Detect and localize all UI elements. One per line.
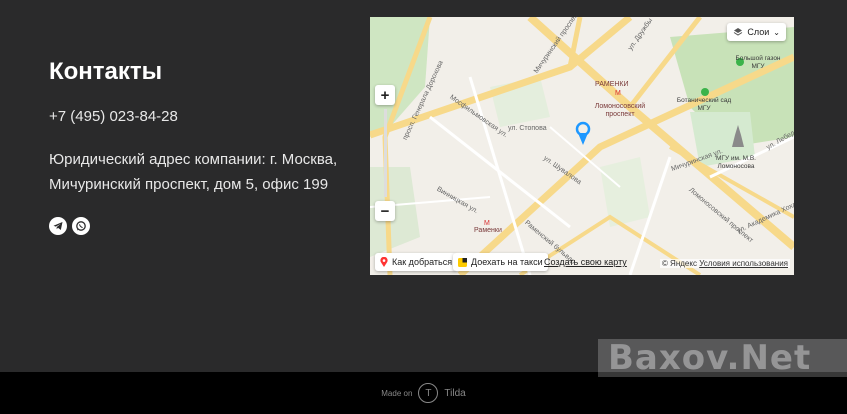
- made-on-text: Made on: [381, 388, 413, 398]
- svg-text:M: M: [615, 90, 621, 97]
- brand-text[interactable]: Tilda: [444, 388, 465, 399]
- zoom-out-button[interactable]: −: [375, 201, 395, 221]
- chevron-down-icon: ⌄: [773, 27, 780, 37]
- route-button[interactable]: Как добраться: [375, 253, 458, 271]
- zoom-slider[interactable]: [383, 109, 387, 197]
- phone-number[interactable]: +7 (495) 023-84-28: [49, 108, 349, 125]
- taxi-icon: [458, 257, 467, 267]
- contacts-title: Контакты: [49, 58, 163, 85]
- watermark: Baxov.Net: [598, 339, 847, 377]
- contacts-section: Контакты +7 (495) 023-84-28 Юридический …: [49, 56, 349, 235]
- address-line-2: Мичуринский проспект, дом 5, офис 199: [49, 176, 329, 193]
- yandex-map[interactable]: M M РАМЕНКИ Ломоносовский проспект Рамен…: [370, 17, 794, 275]
- layers-label: Слои: [747, 27, 770, 37]
- metro-lomonosovsky: Ломоносовский проспект: [594, 103, 646, 118]
- taxi-button[interactable]: Доехать на такси: [453, 253, 548, 271]
- footer: Made on T Tilda: [0, 372, 847, 414]
- terms-link[interactable]: Условия использования: [699, 259, 788, 268]
- zoom-control: + −: [375, 85, 395, 221]
- route-label: Как добраться: [392, 257, 453, 267]
- poi-botanical-garden: Ботанический сад МГУ: [676, 97, 732, 112]
- map-copyright: © Яндекс Условия использования: [659, 259, 790, 268]
- whatsapp-icon[interactable]: [72, 217, 90, 235]
- create-map-link[interactable]: Создать свою карту: [544, 257, 627, 267]
- layers-icon: [734, 28, 743, 36]
- copyright-text: © Яндекс: [661, 259, 697, 268]
- svg-text:M: M: [484, 220, 490, 227]
- social-links: [49, 217, 349, 235]
- taxi-label: Доехать на такси: [471, 257, 543, 267]
- layers-button[interactable]: Слои ⌄: [727, 23, 786, 41]
- poi-mgu: МГУ им. М.В. Ломоносова: [716, 155, 756, 170]
- street-label: ул. Стопова: [508, 125, 547, 132]
- tilda-logo-icon[interactable]: T: [418, 383, 439, 403]
- metro-ramenki: Раменки: [474, 227, 502, 234]
- zoom-in-button[interactable]: +: [375, 85, 395, 105]
- telegram-icon[interactable]: [49, 217, 67, 235]
- metro-ramenki-district: РАМЕНКИ: [595, 81, 629, 88]
- company-address: Юридический адрес компании: г. Москва, М…: [49, 147, 349, 197]
- poi-big-lawn: Большой газон МГУ: [735, 55, 781, 70]
- watermark-text: Baxov.Net: [608, 338, 812, 378]
- location-pin-icon: [380, 257, 388, 267]
- address-line-1: Юридический адрес компании: г. Москва,: [49, 151, 338, 168]
